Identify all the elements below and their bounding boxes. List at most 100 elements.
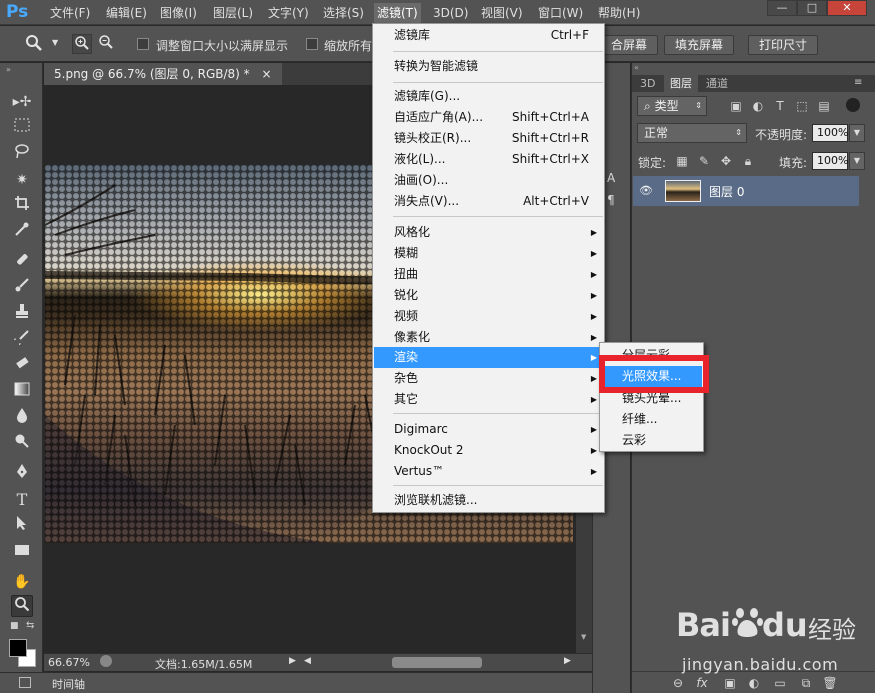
pen-tool-icon[interactable] xyxy=(11,463,33,485)
menu-item-digimarc[interactable]: Digimarc ▶ xyxy=(374,419,603,440)
fill-screen-button[interactable]: 填充屏幕 xyxy=(664,35,735,55)
menu-item-video[interactable]: 视频 ▶ xyxy=(374,306,603,327)
panel-menu-icon[interactable]: ≡ xyxy=(854,77,862,88)
filter-adjustment-icon[interactable]: ◐ xyxy=(750,98,766,114)
path-selection-tool-icon[interactable] xyxy=(11,515,33,537)
lasso-tool-icon[interactable] xyxy=(11,143,33,165)
document-tab[interactable]: 5.png @ 66.7% (图层 0, RGB/8) * × xyxy=(44,63,282,85)
marquee-tool-icon[interactable] xyxy=(11,117,33,139)
menu-item-oil-paint[interactable]: 油画(O)... xyxy=(374,170,603,191)
scroll-right-icon[interactable]: ▶ xyxy=(564,656,571,666)
menu-item-blur[interactable]: 模糊 ▶ xyxy=(374,243,603,264)
magic-wand-tool-icon[interactable]: ✷ xyxy=(11,169,33,191)
zoom-tool-icon[interactable] xyxy=(11,595,33,617)
menu-item-liquify[interactable]: 液化(L)... Shift+Ctrl+X xyxy=(374,149,603,170)
default-colors-icon[interactable]: ■ xyxy=(10,621,19,631)
crop-tool-icon[interactable] xyxy=(11,195,33,217)
close-tab-icon[interactable]: × xyxy=(262,67,272,81)
timeline-icon[interactable] xyxy=(19,677,31,688)
resize-windows-checkbox[interactable] xyxy=(137,38,149,50)
swap-colors-icon[interactable]: ⇆ xyxy=(26,620,34,631)
menu-item-vanishing-point[interactable]: 消失点(V)... Alt+Ctrl+V xyxy=(374,191,603,212)
eraser-tool-icon[interactable] xyxy=(11,355,33,377)
scroll-left-icon[interactable]: ◀ xyxy=(304,656,311,666)
layer-row[interactable]: 👁︎ 图层 0 xyxy=(633,176,859,206)
status-menu-arrow-icon[interactable]: ▶ xyxy=(289,656,296,666)
filter-shape-icon[interactable]: ⬚ xyxy=(794,98,810,114)
menu-3d[interactable]: 3D(D) xyxy=(433,5,468,21)
menu-item-other[interactable]: 其它 ▶ xyxy=(374,389,603,410)
collapse-icon[interactable]: » xyxy=(6,65,11,74)
menu-window[interactable]: 窗口(W) xyxy=(538,5,583,21)
menu-item-filter-gallery-last[interactable]: 滤镜库 Ctrl+F xyxy=(374,25,603,46)
menu-image[interactable]: 图像(I) xyxy=(160,5,197,21)
menu-item-vertus[interactable]: Vertus™ ▶ xyxy=(374,461,603,482)
zoom-in-icon[interactable] xyxy=(72,34,92,54)
maximize-button[interactable]: □ xyxy=(797,0,827,16)
close-button[interactable]: ✕ xyxy=(827,0,867,16)
layer-filter-select[interactable]: ⌕ 类型 ⇕ xyxy=(637,96,707,116)
filter-toggle-icon[interactable] xyxy=(846,98,860,112)
minimize-button[interactable]: — xyxy=(767,0,797,16)
filter-pixel-icon[interactable]: ▣ xyxy=(728,98,744,114)
filter-type-icon[interactable]: T xyxy=(772,98,788,114)
menu-select[interactable]: 选择(S) xyxy=(323,5,364,21)
tab-layers[interactable]: 图层 xyxy=(664,75,698,92)
hand-tool-icon[interactable]: ✋ xyxy=(11,571,33,593)
status-info-icon[interactable] xyxy=(100,655,112,667)
menu-help[interactable]: 帮助(H) xyxy=(598,5,640,21)
blend-mode-select[interactable]: 正常 ⇕ xyxy=(637,123,747,143)
zoom-level[interactable]: 66.67% xyxy=(48,656,90,669)
menu-item-render[interactable]: 渲染 ▶ xyxy=(374,347,603,368)
paragraph-panel-icon[interactable]: ¶ xyxy=(607,193,615,207)
rectangle-tool-icon[interactable] xyxy=(11,541,33,563)
layer-name[interactable]: 图层 0 xyxy=(709,183,744,200)
foreground-color-swatch[interactable] xyxy=(9,639,27,657)
menu-item-stylize[interactable]: 风格化 ▶ xyxy=(374,222,603,243)
zoom-all-checkbox[interactable] xyxy=(306,38,318,50)
character-panel-icon[interactable]: A xyxy=(607,171,615,185)
lock-all-icon[interactable]: 🔒︎ xyxy=(740,153,756,169)
timeline-label[interactable]: 时间轴 xyxy=(52,676,85,692)
menu-item-browse-online-filters[interactable]: 浏览联机滤镜... xyxy=(374,490,603,511)
brush-tool-icon[interactable] xyxy=(11,277,33,299)
menu-item-filter-gallery[interactable]: 滤镜库(G)... xyxy=(374,86,603,107)
lock-transparent-icon[interactable]: ▦ xyxy=(674,153,690,169)
submenu-item-fibers[interactable]: 纤维... xyxy=(601,409,702,430)
fill-dropdown-icon[interactable]: ▼ xyxy=(849,152,865,170)
visibility-eye-icon[interactable]: 👁︎ xyxy=(639,184,653,197)
menu-item-pixelate[interactable]: 像素化 ▶ xyxy=(374,327,603,348)
zoom-tool-preset-icon[interactable] xyxy=(24,34,44,54)
blur-tool-icon[interactable] xyxy=(11,407,33,429)
filter-smart-object-icon[interactable]: ▤ xyxy=(816,98,832,114)
dodge-tool-icon[interactable] xyxy=(11,433,33,455)
eyedropper-tool-icon[interactable] xyxy=(11,221,33,243)
opacity-input[interactable]: 100% xyxy=(812,124,848,142)
menu-item-knockout[interactable]: KnockOut 2 ▶ xyxy=(374,440,603,461)
menu-item-convert-smart-filter[interactable]: 转换为智能滤镜 xyxy=(374,56,603,77)
submenu-item-clouds[interactable]: 云彩 xyxy=(601,430,702,451)
clone-stamp-tool-icon[interactable] xyxy=(11,303,33,325)
gradient-tool-icon[interactable] xyxy=(11,381,33,403)
menu-item-noise[interactable]: 杂色 ▶ xyxy=(374,368,603,389)
menu-layer[interactable]: 图层(L) xyxy=(213,5,253,21)
history-brush-tool-icon[interactable] xyxy=(11,329,33,351)
type-tool-icon[interactable]: T xyxy=(11,489,33,511)
menu-item-lens-correction[interactable]: 镜头校正(R)... Shift+Ctrl+R xyxy=(374,128,603,149)
menu-filter[interactable]: 滤镜(T) xyxy=(374,3,421,23)
horizontal-scroll-thumb[interactable] xyxy=(392,657,482,668)
healing-brush-tool-icon[interactable] xyxy=(11,251,33,273)
menu-item-sharpen[interactable]: 锐化 ▶ xyxy=(374,285,603,306)
menu-edit[interactable]: 编辑(E) xyxy=(106,5,147,21)
opacity-dropdown-icon[interactable]: ▼ xyxy=(849,124,865,142)
lock-position-icon[interactable]: ✥ xyxy=(718,153,734,169)
collapse-icon[interactable]: « xyxy=(634,63,639,72)
tab-channels[interactable]: 通道 xyxy=(700,75,734,92)
menu-type[interactable]: 文字(Y) xyxy=(268,5,309,21)
menu-item-adaptive-wide-angle[interactable]: 自适应广角(A)... Shift+Ctrl+A xyxy=(374,107,603,128)
chevron-down-icon[interactable]: ▼ xyxy=(52,38,58,47)
zoom-out-icon[interactable] xyxy=(96,34,116,54)
print-size-button[interactable]: 打印尺寸 xyxy=(748,35,819,55)
menu-view[interactable]: 视图(V) xyxy=(481,5,523,21)
scroll-down-icon[interactable]: ▼ xyxy=(581,633,586,641)
